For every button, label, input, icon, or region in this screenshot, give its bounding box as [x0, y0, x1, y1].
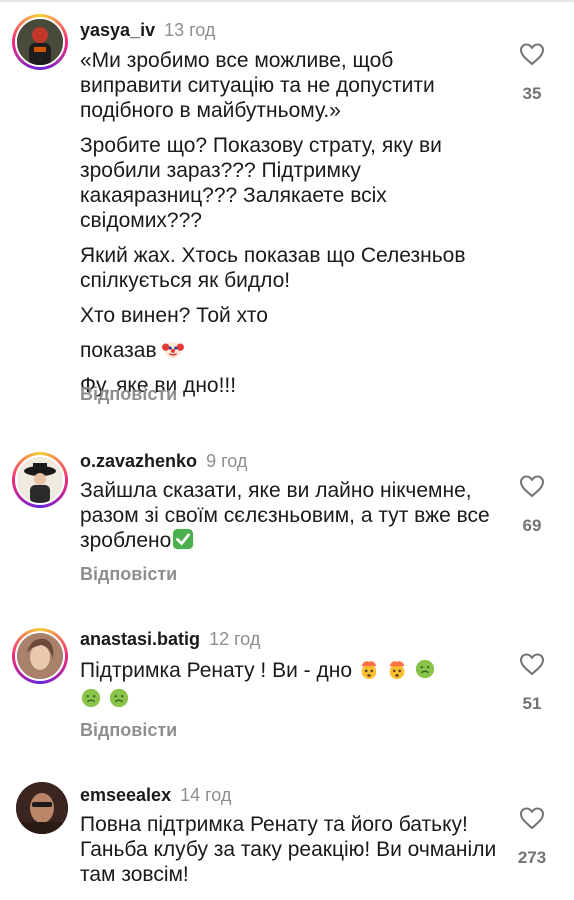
reply-button[interactable]: Відповісти — [80, 384, 177, 405]
like-count: 69 — [522, 516, 542, 535]
comment-paragraph: «Ми зробимо все можливе, щоб виправити с… — [80, 49, 435, 122]
like-count: 35 — [522, 84, 542, 103]
clown-face-emoji — [162, 341, 185, 359]
comment-text: «Ми зробимо все можливе, щоб виправити с… — [80, 48, 498, 408]
comment-paragraph-text: показав — [80, 339, 157, 362]
comment-paragraph: показав — [80, 338, 498, 363]
comment-header: emseealex 14 год — [80, 784, 231, 806]
avatar[interactable] — [16, 782, 68, 834]
timestamp: 12 год — [209, 629, 261, 649]
username[interactable]: o.zavazhenko — [80, 451, 197, 471]
like-control: 69 — [512, 474, 552, 536]
comment-text: Підтримка Ренату ! Ви - дно — [80, 658, 498, 712]
comment-paragraph-text: Повна підтримка Ренату та його батьку! Г… — [80, 813, 497, 886]
like-control: 35 — [512, 42, 552, 104]
exploding-head-emoji — [389, 661, 405, 680]
timestamp: 14 год — [180, 785, 232, 805]
comment-paragraph-text: Підтримка Ренату ! Ви - дно — [80, 659, 353, 682]
avatar[interactable] — [12, 628, 68, 684]
comment-paragraph-text: Зайшла сказати, яке ви лайно нікчемне, р… — [80, 479, 490, 552]
avatar[interactable] — [12, 14, 68, 70]
heart-outline-icon[interactable] — [519, 42, 545, 66]
nauseated-face-emoji — [109, 688, 129, 708]
comment-text: Повна підтримка Ренату та його батьку! Г… — [80, 812, 498, 887]
heart-outline-icon[interactable] — [519, 652, 545, 676]
comment-header: o.zavazhenko 9 год — [80, 450, 247, 472]
like-count: 273 — [517, 848, 547, 867]
like-count: 51 — [522, 694, 542, 713]
reply-button[interactable]: Відповісти — [80, 564, 177, 585]
like-control: 273 — [512, 806, 552, 868]
comment-text: Зайшла сказати, яке ви лайно нікчемне, р… — [80, 478, 498, 553]
comment-header: yasya_iv 13 год — [80, 19, 215, 41]
nauseated-face-emoji — [415, 659, 434, 679]
heart-outline-icon[interactable] — [519, 474, 545, 498]
username[interactable]: emseealex — [80, 785, 171, 805]
comment-paragraph: Зробите що? Показову страту, яку ви зроб… — [80, 134, 442, 232]
comment-paragraph: Який жах. Хтось показав що Селезньов спі… — [80, 244, 466, 292]
nauseated-face-emoji — [81, 688, 101, 708]
exploding-head-emoji — [361, 661, 377, 680]
username[interactable]: anastasi.batig — [80, 629, 200, 649]
reply-button[interactable]: Відповісти — [80, 720, 177, 741]
timestamp: 13 год — [164, 20, 216, 40]
comment-header: anastasi.batig 12 год — [80, 628, 260, 650]
heart-outline-icon[interactable] — [519, 806, 545, 830]
like-control: 51 — [512, 652, 552, 714]
check-mark-button-emoji — [173, 528, 194, 550]
username[interactable]: yasya_iv — [80, 20, 155, 40]
avatar[interactable] — [12, 452, 68, 508]
comment-paragraph: Хто винен? Той хто — [80, 304, 268, 327]
timestamp: 9 год — [206, 451, 248, 471]
top-divider — [0, 0, 574, 2]
